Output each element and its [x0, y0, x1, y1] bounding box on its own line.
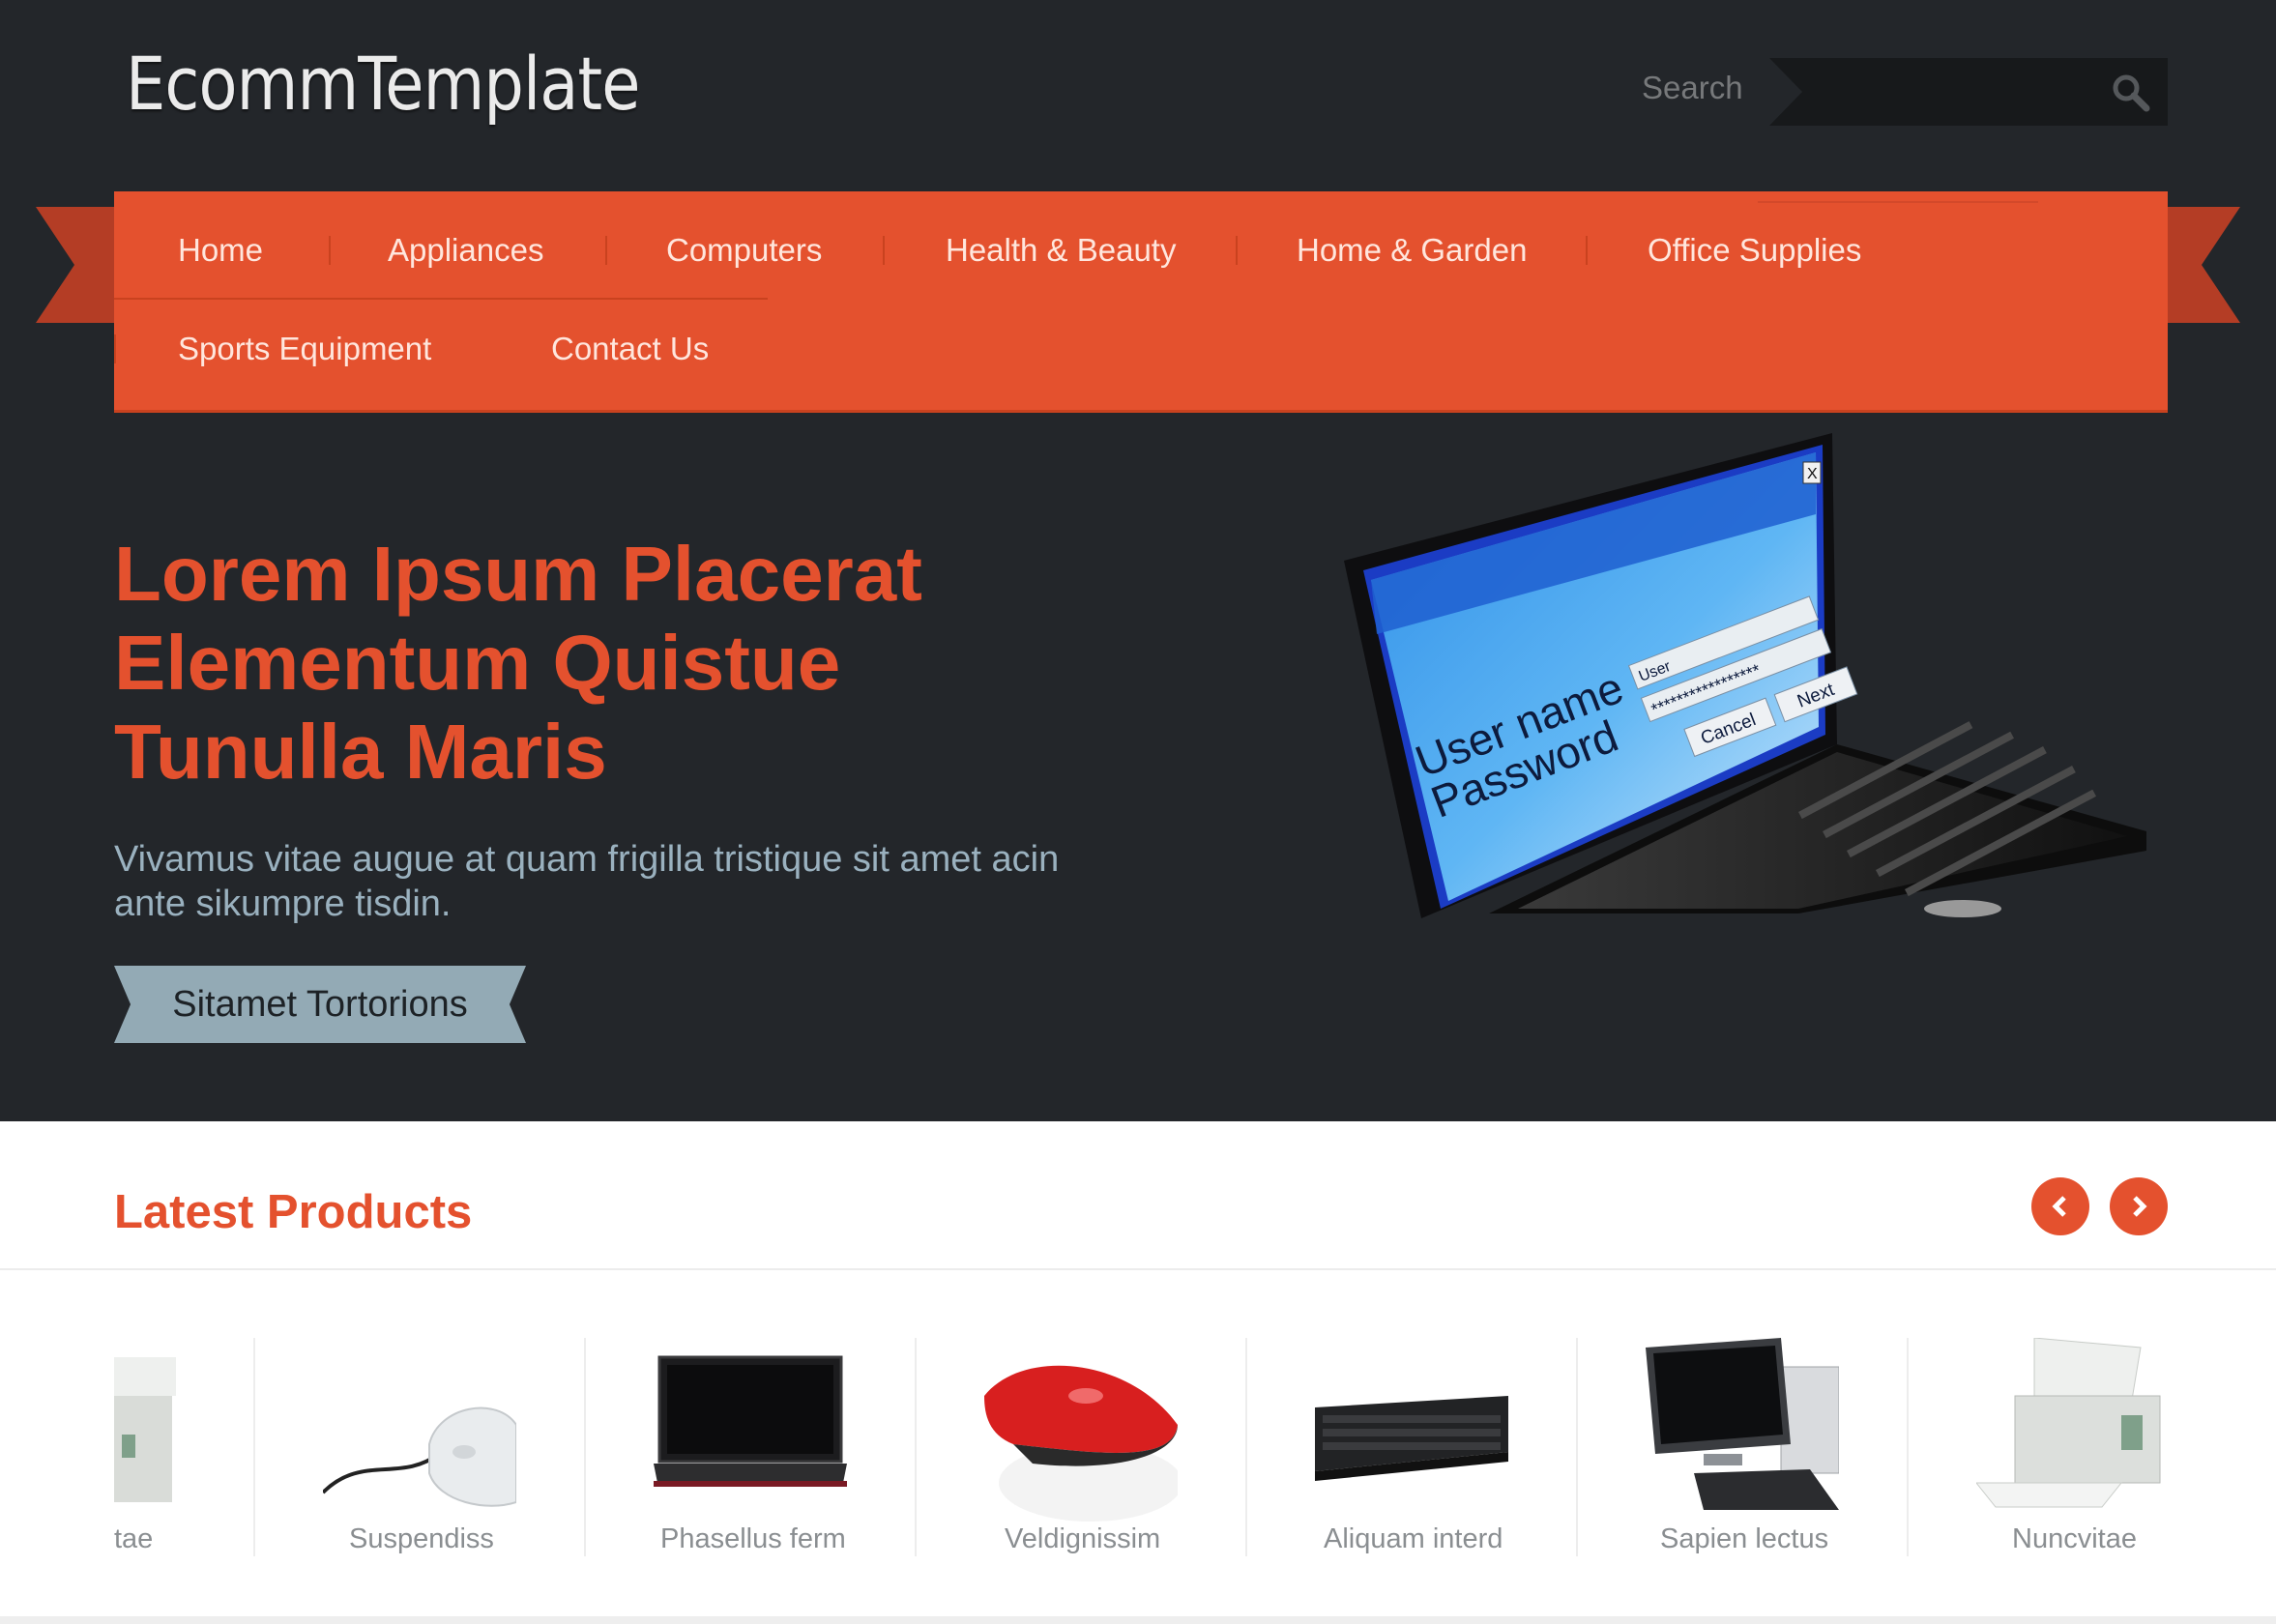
laptop-login-illustration: X User name Password User **************…	[1344, 433, 2146, 918]
product-separator	[253, 1338, 255, 1556]
product-separator	[584, 1338, 586, 1556]
product-name[interactable]: Sapien lectus	[1660, 1523, 1828, 1555]
nav-item-health-beauty[interactable]: Health & Beauty	[946, 232, 1176, 269]
product-separator	[1245, 1338, 1247, 1556]
section-divider	[0, 1268, 2276, 1270]
product-name[interactable]: Veldignissim	[1005, 1523, 1160, 1555]
product-separator	[915, 1338, 917, 1556]
nav-item-home-garden[interactable]: Home & Garden	[1297, 232, 1527, 269]
hero-title: Lorem Ipsum Placerat Elementum Quistue T…	[114, 531, 922, 795]
product-separator	[1576, 1338, 1578, 1556]
search-box	[1769, 58, 2168, 126]
chevron-right-icon	[2133, 1196, 2147, 1217]
product-name[interactable]: tae	[114, 1523, 153, 1555]
close-icon: X	[1807, 466, 1818, 482]
nav-item-computers[interactable]: Computers	[666, 232, 822, 269]
nav-separator	[114, 334, 116, 363]
nav-item-sports-equipment[interactable]: Sports Equipment	[178, 331, 431, 367]
product-image-laptop[interactable]	[654, 1338, 847, 1493]
hero-section: EcommTemplate Search Home Appliances Com…	[0, 0, 2276, 1121]
carousel-next-button[interactable]	[2110, 1177, 2168, 1235]
chevron-left-icon	[2052, 1196, 2066, 1217]
product-image-mouse[interactable]	[323, 1338, 516, 1531]
product-image-desktop[interactable]	[1646, 1338, 1839, 1512]
product-image-keyboard[interactable]	[1315, 1338, 1508, 1493]
nav-item-home[interactable]: Home	[178, 232, 263, 269]
carousel-prev-button[interactable]	[2031, 1177, 2089, 1235]
product-image-red-mouse[interactable]	[984, 1338, 1178, 1531]
nav-separator	[605, 236, 607, 265]
hero-cta-button[interactable]: Sitamet Tortorions	[114, 966, 526, 1043]
product-name[interactable]: Nuncvitae	[2012, 1523, 2137, 1555]
product-name[interactable]: Phasellus ferm	[660, 1523, 846, 1555]
product-name[interactable]: Suspendiss	[349, 1523, 494, 1555]
latest-products-title: Latest Products	[114, 1186, 473, 1238]
nav-item-contact-us[interactable]: Contact Us	[551, 331, 709, 367]
nav-item-office-supplies[interactable]: Office Supplies	[1648, 232, 1861, 269]
product-image-printer-partial[interactable]	[114, 1338, 176, 1512]
footer-edge	[0, 1616, 2276, 1624]
main-nav: Home Appliances Computers Health & Beaut…	[114, 191, 2168, 410]
nav-highlight	[1758, 201, 2038, 203]
search-button[interactable]	[2108, 70, 2154, 116]
nav-row-divider	[114, 298, 768, 300]
product-name[interactable]: Aliquam interd	[1324, 1523, 1503, 1555]
hero-subtitle: Vivamus vitae augue at quam frigilla tri…	[114, 839, 1060, 924]
nav-item-appliances[interactable]: Appliances	[388, 232, 543, 269]
search-label: Search	[1642, 70, 1743, 105]
product-image-printer[interactable]	[1976, 1338, 2170, 1522]
nav-separator	[1236, 236, 1238, 265]
nav-separator	[329, 236, 331, 265]
search-icon	[2113, 74, 2150, 112]
site-logo[interactable]: EcommTemplate	[126, 41, 640, 127]
search-input[interactable]	[1812, 68, 2092, 116]
nav-separator	[1586, 236, 1588, 265]
nav-separator	[883, 236, 885, 265]
product-separator	[1907, 1338, 1909, 1556]
